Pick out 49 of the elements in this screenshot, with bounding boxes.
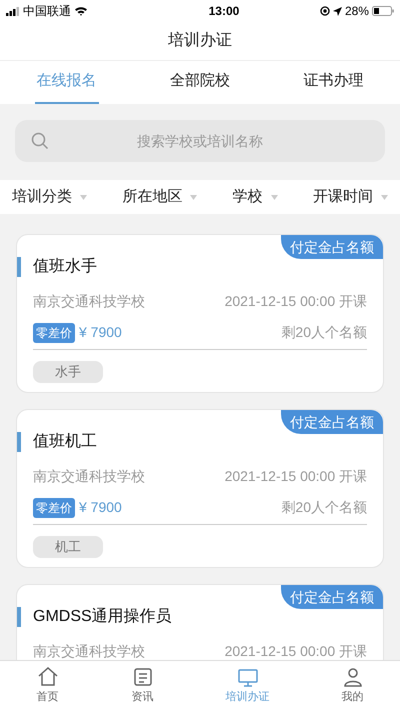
page-title: 培训办证 bbox=[168, 30, 232, 51]
nav-tab[interactable]: 首页 bbox=[36, 665, 60, 706]
wifi-icon bbox=[74, 6, 88, 16]
search-field[interactable]: 搜索学校或培训名称 bbox=[15, 120, 385, 162]
filter-dropdown[interactable]: 所在地区 bbox=[122, 186, 198, 208]
battery-icon bbox=[372, 6, 394, 16]
nav-tab[interactable]: 我的 bbox=[340, 665, 364, 706]
deposit-badge: 付定金占名额 bbox=[281, 410, 383, 434]
course-card[interactable]: 付定金占名额 值班机工 南京交通科技学校 2021-12-15 00:00 开课 零差价 ¥ 7900 剩20人个名额 机工 bbox=[16, 409, 384, 568]
price-tag: 零差价 bbox=[33, 498, 75, 518]
school-name: 南京交通科技学校 bbox=[33, 292, 145, 311]
clock-time: 13:00 bbox=[208, 3, 240, 20]
start-time: 2021-12-15 00:00 开课 bbox=[224, 467, 367, 486]
course-price: ¥ 7900 bbox=[79, 498, 122, 517]
caret-icon bbox=[270, 194, 278, 200]
remaining-seats: 剩20人个名额 bbox=[281, 322, 367, 343]
deposit-badge: 付定金占名额 bbox=[281, 585, 383, 609]
nav-tab[interactable]: 资讯 bbox=[130, 665, 154, 706]
tab[interactable]: 证书办理 bbox=[301, 61, 366, 104]
remaining-seats: 剩20人个名额 bbox=[281, 497, 367, 518]
school-name: 南京交通科技学校 bbox=[33, 467, 145, 486]
course-name: GMDSS通用操作员 bbox=[33, 606, 172, 627]
filter-dropdown[interactable]: 开课时间 bbox=[312, 186, 388, 208]
location-icon bbox=[332, 6, 342, 16]
search-icon bbox=[31, 132, 49, 150]
caret-icon bbox=[80, 194, 87, 200]
filter-dropdown[interactable]: 培训分类 bbox=[12, 186, 87, 208]
title-accent-bar bbox=[17, 607, 21, 627]
title-accent-bar bbox=[17, 257, 21, 277]
caret-icon bbox=[190, 194, 198, 200]
tab[interactable]: 全部院校 bbox=[168, 61, 232, 104]
battery-percent: 28% bbox=[344, 3, 369, 20]
filter-dropdown[interactable]: 学校 bbox=[232, 186, 278, 208]
category-tag: 水手 bbox=[33, 361, 103, 383]
caret-icon bbox=[380, 194, 388, 200]
price-tag: 零差价 bbox=[33, 322, 75, 342]
course-name: 值班水手 bbox=[33, 256, 97, 277]
course-card[interactable]: 付定金占名额 值班水手 南京交通科技学校 2021-12-15 00:00 开课 零差价 ¥ 7900 剩20人个名额 水手 bbox=[16, 234, 384, 393]
carrier-name: 中国联通 bbox=[23, 3, 71, 20]
title-accent-bar bbox=[17, 432, 21, 452]
signal-icon bbox=[6, 6, 20, 16]
start-time: 2021-12-15 00:00 开课 bbox=[224, 292, 367, 311]
course-price: ¥ 7900 bbox=[79, 323, 122, 342]
course-name: 值班机工 bbox=[33, 432, 97, 452]
start-time: 2021-12-15 00:00 开课 bbox=[224, 642, 367, 660]
category-tag: 机工 bbox=[33, 536, 103, 558]
school-name: 南京交通科技学校 bbox=[33, 642, 145, 660]
deposit-badge: 付定金占名额 bbox=[281, 235, 383, 259]
course-card[interactable]: 付定金占名额 GMDSS通用操作员 南京交通科技学校 2021-12-15 00:00 开课 bbox=[16, 584, 384, 660]
